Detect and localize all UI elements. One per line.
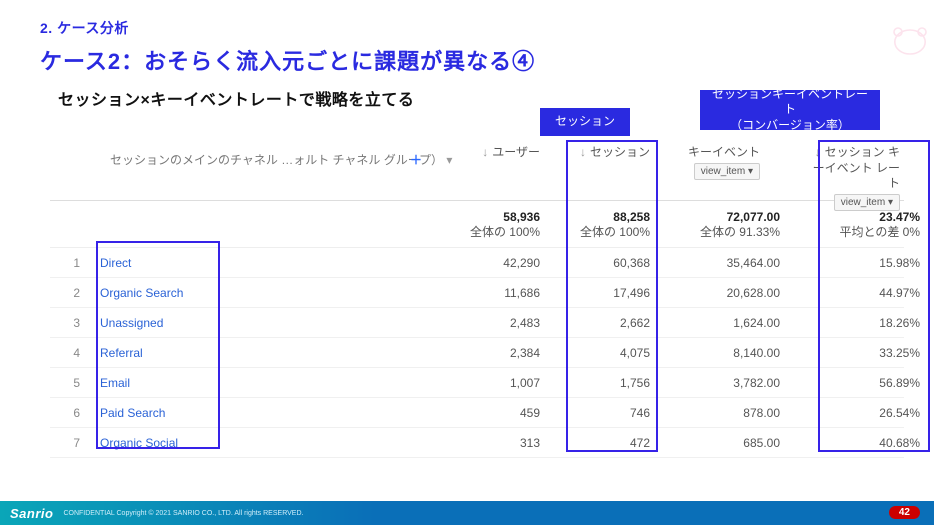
cell-rate: 56.89%	[810, 376, 920, 390]
channel-name[interactable]: Referral	[100, 346, 360, 360]
cell-user: 42,290	[450, 256, 540, 270]
channel-name[interactable]: Email	[100, 376, 360, 390]
dimension-picker[interactable]: セッションのメインのチャネル …ォルト チャネル グループ） ▾	[110, 151, 452, 168]
row-index: 3	[50, 316, 80, 330]
keyevent-dropdown[interactable]: view_item ▾	[694, 163, 760, 180]
channel-name[interactable]: Paid Search	[100, 406, 360, 420]
col-user[interactable]: ↓ユーザー	[450, 145, 540, 161]
callout-conversion-rate: セッションキーイベントレート （コンバージョン率）	[700, 90, 880, 130]
col-session[interactable]: ↓セッション	[560, 145, 650, 161]
cell-rate: 15.98%	[810, 256, 920, 270]
cell-rate: 33.25%	[810, 346, 920, 360]
table-row[interactable]: 4Referral2,3844,0758,140.0033.25%	[50, 338, 904, 368]
channel-name[interactable]: Organic Social	[100, 436, 360, 450]
cell-keyevent: 3,782.00	[670, 376, 780, 390]
row-index: 6	[50, 406, 80, 420]
cell-keyevent: 878.00	[670, 406, 780, 420]
cell-session: 746	[560, 406, 650, 420]
channel-name[interactable]: Organic Search	[100, 286, 360, 300]
table-row[interactable]: 7Organic Social313472685.0040.68%	[50, 428, 904, 458]
totals-row: 58,936全体の 100% 88,258全体の 100% 72,077.00全…	[50, 201, 904, 248]
row-index: 7	[50, 436, 80, 450]
footer-confidential: CONFIDENTIAL Copyright © 2021 SANRIO CO.…	[63, 510, 303, 517]
channel-name[interactable]: Direct	[100, 256, 360, 270]
cell-user: 1,007	[450, 376, 540, 390]
row-index: 4	[50, 346, 80, 360]
analytics-table: セッションのメインのチャネル …ォルト チャネル グループ） ▾ ＋ ↓ユーザー…	[50, 145, 904, 490]
cell-session: 1,756	[560, 376, 650, 390]
add-dimension-button[interactable]: ＋	[410, 151, 422, 168]
row-index: 1	[50, 256, 80, 270]
cell-keyevent: 685.00	[670, 436, 780, 450]
cell-user: 11,686	[450, 286, 540, 300]
table-row[interactable]: 1Direct42,29060,36835,464.0015.98%	[50, 248, 904, 278]
cell-rate: 40.68%	[810, 436, 920, 450]
cell-keyevent: 1,624.00	[670, 316, 780, 330]
kitty-logo-icon	[890, 20, 930, 60]
cell-user: 459	[450, 406, 540, 420]
footer-bar: Sanrio CONFIDENTIAL Copyright © 2021 SAN…	[0, 501, 934, 525]
col-keyevent[interactable]: ↓キーイベントview_item ▾	[670, 145, 760, 180]
cell-rate: 44.97%	[810, 286, 920, 300]
table-row[interactable]: 6Paid Search459746878.0026.54%	[50, 398, 904, 428]
section-eyebrow: 2. ケース分析	[40, 18, 904, 38]
cell-session: 60,368	[560, 256, 650, 270]
cell-keyevent: 35,464.00	[670, 256, 780, 270]
table-row[interactable]: 5Email1,0071,7563,782.0056.89%	[50, 368, 904, 398]
cell-session: 472	[560, 436, 650, 450]
cell-keyevent: 20,628.00	[670, 286, 780, 300]
cell-rate: 26.54%	[810, 406, 920, 420]
table-row[interactable]: 3Unassigned2,4832,6621,624.0018.26%	[50, 308, 904, 338]
table-row[interactable]: 2Organic Search11,68617,49620,628.0044.9…	[50, 278, 904, 308]
cell-rate: 18.26%	[810, 316, 920, 330]
page-number: 42	[889, 506, 920, 519]
cell-session: 4,075	[560, 346, 650, 360]
cell-user: 2,483	[450, 316, 540, 330]
slide-title: ケース2：おそらく流入元ごとに課題が異なる④	[40, 44, 904, 76]
row-index: 2	[50, 286, 80, 300]
cell-user: 2,384	[450, 346, 540, 360]
cell-session: 17,496	[560, 286, 650, 300]
footer-logo: Sanrio	[10, 506, 53, 521]
cell-keyevent: 8,140.00	[670, 346, 780, 360]
row-index: 5	[50, 376, 80, 390]
cell-user: 313	[450, 436, 540, 450]
cell-session: 2,662	[560, 316, 650, 330]
channel-name[interactable]: Unassigned	[100, 316, 360, 330]
callout-session: セッション	[540, 108, 630, 136]
